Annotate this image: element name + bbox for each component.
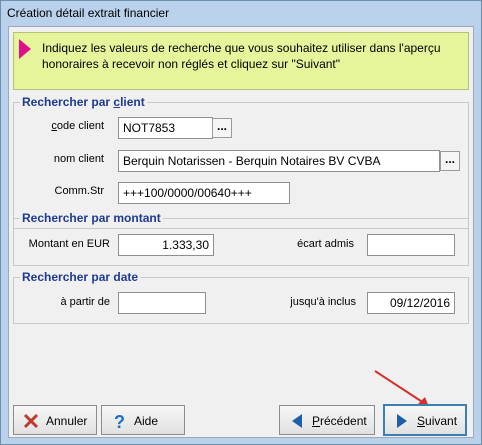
close-icon — [23, 413, 39, 429]
date-search-group: Rechercher par date à partir de jusqu'à … — [13, 270, 469, 324]
ecart-label: écart admis — [297, 238, 354, 250]
amount-group-title: Rechercher par montant — [20, 211, 163, 225]
next-button[interactable]: Suivant — [383, 404, 467, 436]
arrow-right-icon — [397, 414, 407, 428]
dialog-window: Création détail extrait financier Indiqu… — [0, 0, 482, 445]
amount-search-group: Rechercher par montant Montant en EUR 1.… — [13, 211, 469, 266]
montant-input[interactable]: 1.333,30 — [118, 234, 214, 256]
comm-str-input[interactable]: +++100/0000/00640+++ — [118, 182, 290, 204]
svg-text:?: ? — [114, 412, 125, 430]
help-icon: ? — [114, 412, 125, 430]
nom-client-input[interactable]: Berquin Notarissen - Berquin Notaires BV… — [118, 150, 440, 172]
info-panel: Indiquez les valeurs de recherche que vo… — [13, 32, 469, 90]
to-date-input[interactable]: 09/12/2016 — [367, 292, 455, 314]
dialog-content: Indiquez les valeurs de recherche que vo… — [8, 26, 474, 438]
previous-button-label: Précédent — [312, 414, 367, 428]
nom-client-browse-button[interactable]: ... — [440, 151, 460, 171]
from-date-input[interactable] — [118, 292, 206, 314]
help-button[interactable]: ? Aide — [101, 405, 185, 435]
window-title: Création détail extrait financier — [7, 6, 170, 20]
arrow-left-icon — [292, 414, 302, 428]
previous-button[interactable]: Précédent — [279, 405, 375, 435]
nom-client-label: nom client — [53, 153, 104, 165]
comm-str-label: Comm.Str — [54, 185, 105, 197]
date-group-title: Rechercher par date — [20, 270, 141, 284]
cancel-button-label: Annuler — [46, 414, 88, 428]
title-bar: Création détail extrait financier — [1, 1, 481, 25]
ecart-input[interactable] — [367, 234, 455, 256]
next-button-label: Suivant — [417, 414, 458, 428]
montant-label: Montant en EUR — [28, 238, 110, 250]
code-client-input[interactable]: NOT7853 — [118, 117, 213, 139]
cancel-button[interactable]: Annuler — [13, 405, 97, 435]
client-group-title: Rechercher par client — [20, 95, 147, 109]
client-search-group: Rechercher par client code client NOT785… — [13, 95, 469, 229]
code-client-label: code client — [51, 120, 104, 132]
info-arrow-icon — [19, 39, 31, 59]
from-date-label: à partir de — [60, 296, 110, 308]
info-message: Indiquez les valeurs de recherche que vo… — [42, 41, 441, 71]
code-client-browse-button[interactable]: ... — [212, 118, 232, 138]
to-date-label: jusqu'à inclus — [290, 296, 356, 308]
help-button-label: Aide — [134, 414, 159, 428]
